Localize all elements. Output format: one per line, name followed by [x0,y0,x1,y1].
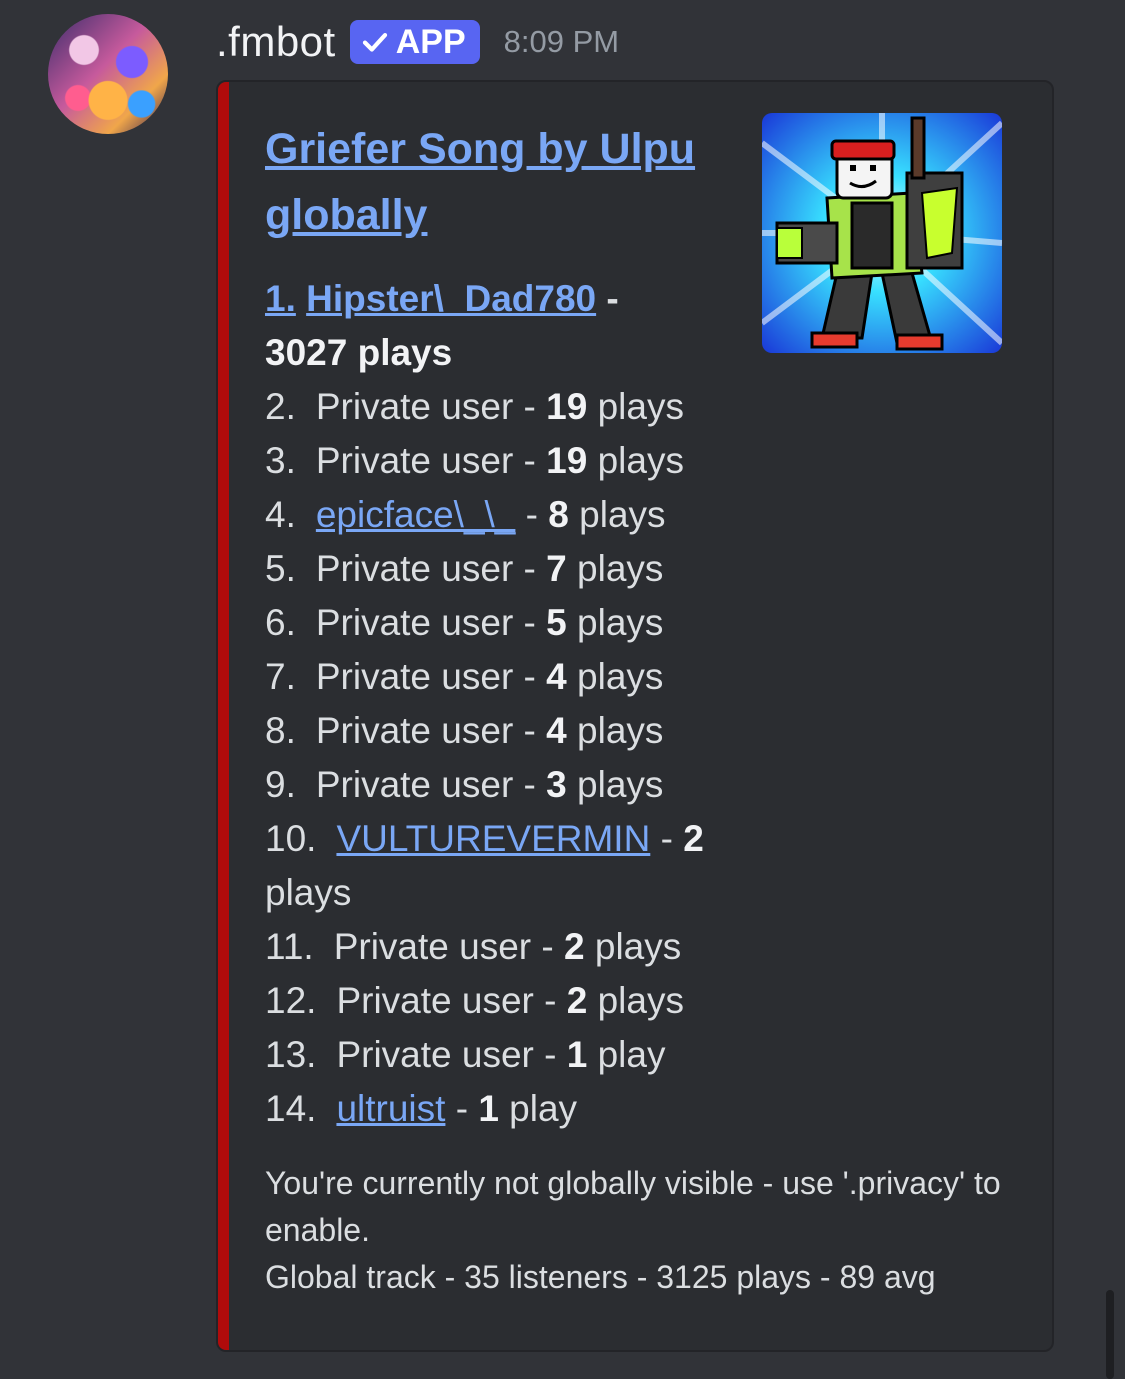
play-unit: plays [265,872,352,913]
user-name: Private user [336,1034,534,1075]
chat-view: .fmbot APP 8:09 PM Griefer Song by Ulpu … [0,0,1125,1379]
privacy-notice: You're currently not globally visible - … [265,1165,1001,1248]
first-separator: - [596,278,619,319]
rank-number: 5. [265,548,296,589]
user-link[interactable]: epicface\_\_ [316,494,516,535]
play-count: 2 [564,926,585,967]
rank-number: 12. [265,980,317,1021]
play-count: 7 [546,548,567,589]
first-user-link[interactable]: Hipster\_Dad780 [306,278,596,319]
user-name: Private user [315,548,514,589]
rank-number: 4. [265,494,296,535]
list-item-first: 1. Hipster\_Dad780 - 3027 plays [265,272,745,380]
rank-number: 11. [265,926,314,967]
user-name: Private user [315,386,514,427]
rank-number: 7. [265,656,296,697]
play-unit: plays [597,440,684,481]
play-count: 1 [566,1034,588,1075]
app-badge-label: APP [395,22,466,61]
play-count: 19 [546,440,588,481]
bot-username[interactable]: .fmbot [216,18,336,66]
play-unit: plays [579,494,666,535]
list-item: 8. Private user - 4 plays [265,704,745,758]
rank-number: 9. [265,764,296,805]
list-item: 5. Private user - 7 plays [265,542,745,596]
rank-number: 3. [265,440,296,481]
user-name: Private user [315,710,514,751]
play-unit: plays [597,980,684,1021]
play-unit: plays [594,926,682,967]
user-name: Private user [333,926,532,967]
list-item: 3. Private user - 19 plays [265,434,745,488]
play-count: 2 [566,980,588,1021]
first-plays: 3027 plays [265,332,453,373]
rank-number: 8. [265,710,296,751]
rank-number: 14. [265,1088,317,1129]
rank-number: 13. [265,1034,317,1075]
list-item: 4. epicface\_\_ - 8 plays [265,488,745,542]
scrollbar[interactable] [1106,1290,1114,1379]
play-count: 8 [548,494,569,535]
play-count: 5 [546,602,567,643]
play-unit: play [509,1088,578,1129]
play-unit: plays [577,548,664,589]
play-unit: plays [577,656,664,697]
track-artwork-image [762,113,1002,353]
list-item: 9. Private user - 3 plays [265,758,745,812]
list-item: 13. Private user - 1 play [265,1028,745,1082]
message-timestamp[interactable]: 8:09 PM [504,24,619,60]
play-count: 3 [546,764,567,805]
list-item: 12. Private user - 2 plays [265,974,745,1028]
list-item: 11. Private user - 2 plays [265,920,745,974]
message-header: .fmbot APP 8:09 PM [216,14,619,70]
embed-footer: You're currently not globally visible - … [265,1160,1025,1301]
list-item: 14. ultruist - 1 play [265,1082,745,1136]
user-link[interactable]: VULTUREVERMIN [336,818,650,859]
bot-avatar[interactable] [48,14,168,134]
play-unit: plays [597,386,684,427]
user-name: Private user [336,980,534,1021]
play-unit: plays [577,710,664,751]
list-item: 10. VULTUREVERMIN - 2 plays [265,812,745,920]
global-stats: Global track - 35 listeners - 3125 plays… [265,1259,936,1295]
list-item: 2. Private user - 19 plays [265,380,745,434]
user-name: Private user [315,764,514,805]
track-thumbnail[interactable] [762,113,1002,353]
user-name: Private user [315,656,514,697]
play-count: 1 [478,1088,499,1129]
rank-number: 10. [265,818,317,859]
embed-title-link[interactable]: Griefer Song by Ulpu globally [265,116,725,248]
rank-number: 6. [265,602,296,643]
play-unit: plays [577,602,664,643]
app-badge: APP [349,20,480,64]
first-rank[interactable]: 1. [265,278,296,319]
user-link[interactable]: ultruist [336,1088,445,1129]
play-count: 4 [546,710,567,751]
play-count: 19 [546,386,588,427]
rank-number: 2. [265,386,296,427]
checkmark-icon [362,33,387,52]
play-count: 2 [683,818,704,859]
user-name: Private user [315,440,514,481]
user-name: Private user [315,602,514,643]
list-item: 7. Private user - 4 plays [265,650,745,704]
play-count: 4 [546,656,567,697]
play-unit: play [597,1034,666,1075]
embed-card: Griefer Song by Ulpu globally 1. Hipster… [216,80,1054,1352]
leaderboard-list: 1. Hipster\_Dad780 - 3027 plays 2. Privat… [265,272,745,1136]
play-unit: plays [577,764,664,805]
embed-accent-bar [218,82,229,1350]
list-item: 6. Private user - 5 plays [265,596,745,650]
